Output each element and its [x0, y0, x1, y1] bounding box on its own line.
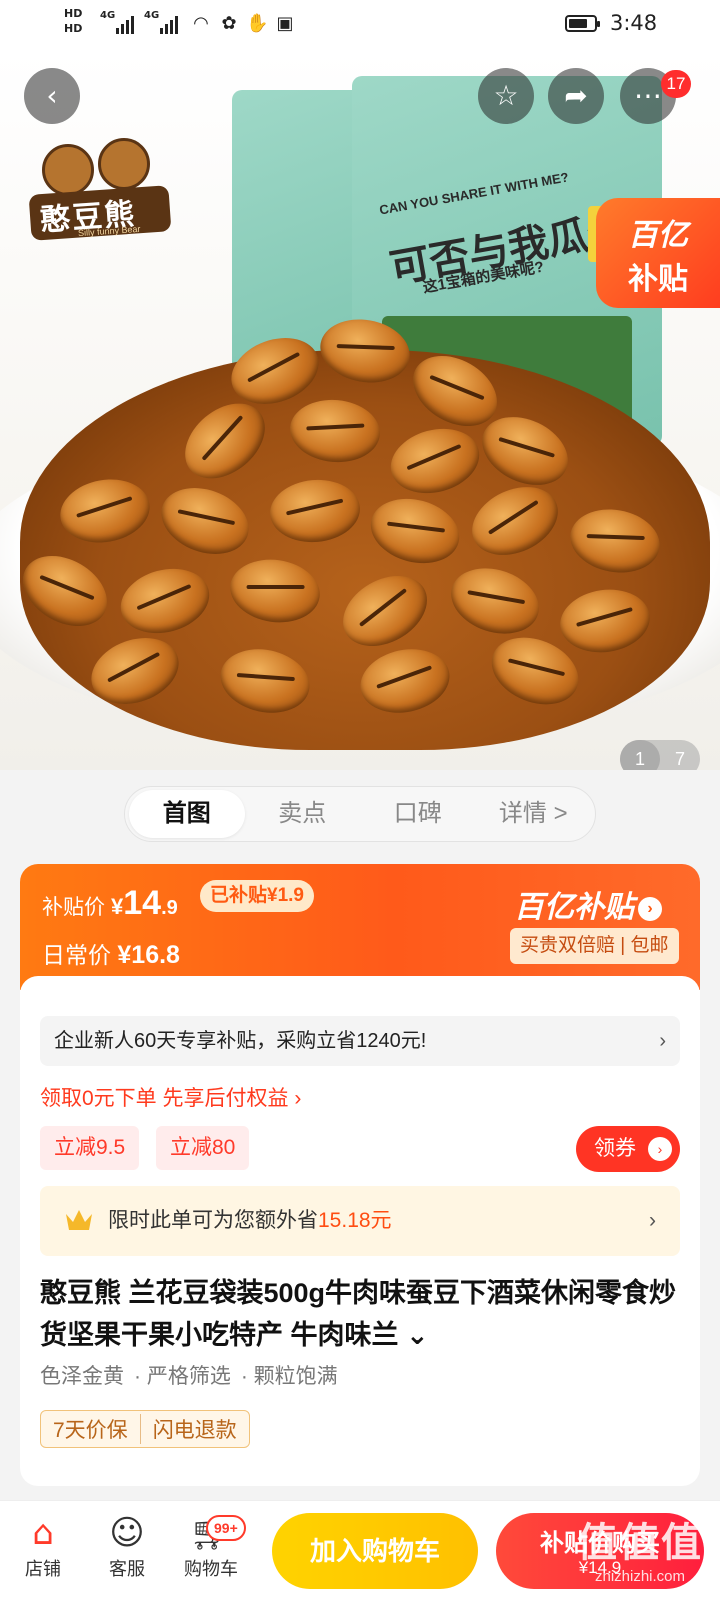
savings-amount: 15.18元 — [318, 1209, 392, 1232]
subsidy-price-row: 补贴价 ¥ 14 .9 — [42, 884, 178, 923]
signal-label-1: 4G — [100, 10, 116, 21]
chevron-right-icon: › — [659, 1030, 666, 1052]
enterprise-notice[interactable]: 企业新人60天专享补贴，采购立省1240元! › — [40, 1016, 680, 1066]
shop-button[interactable]: ⌂ 店铺 — [8, 1511, 78, 1581]
product-title[interactable]: 憨豆熊 兰花豆袋装500g牛肉味蚕豆下酒菜休闲零食炒货坚果干果小吃特产 牛肉味兰… — [40, 1272, 680, 1356]
smiley-chat-icon: ☺ — [109, 1513, 145, 1553]
subsidy-price-label: 补贴价 — [42, 896, 105, 919]
favorite-button[interactable]: ☆ — [478, 68, 534, 124]
price-protection-tag: 7天价保 — [53, 1419, 128, 1442]
crown-icon — [66, 1210, 92, 1230]
coupon-discount-2[interactable]: 立减80 — [156, 1126, 250, 1170]
hd-indicator: HD HD — [64, 7, 83, 35]
add-to-cart-button[interactable]: 加入购物车 — [272, 1513, 478, 1589]
tab-selling-points[interactable]: 卖点 — [245, 790, 361, 838]
coupon-discount-1[interactable]: 立减9.5 — [40, 1126, 140, 1170]
shop-icon: ⌂ — [32, 1513, 54, 1553]
chevron-right-icon: › — [648, 1137, 672, 1161]
subsidy-price-integer: 14 — [123, 884, 162, 922]
price-banner: 补贴价 ¥ 14 .9 已补贴¥1.9 日常价 ¥16.8 百亿补贴 › 买贵双倍… — [20, 864, 700, 994]
back-icon: ‹ — [46, 79, 58, 112]
service-promise-tags[interactable]: 7天价保 闪电退款 — [40, 1410, 250, 1448]
tab-details[interactable]: 详情 > — [476, 790, 592, 838]
image-pager: 1 7 — [620, 740, 700, 770]
notification-count-badge: 17 — [661, 70, 691, 98]
subsidy-price-decimal: .9 — [161, 897, 178, 919]
tab-reviews[interactable]: 口碑 — [360, 790, 476, 838]
feature-item: 严格筛选 — [134, 1360, 231, 1390]
brand-subsidy-link[interactable]: 百亿补贴 › — [514, 882, 662, 926]
app-notification-icon: ✿ — [221, 13, 237, 34]
signal-label-2: 4G — [144, 10, 160, 21]
guarantee-tag[interactable]: 买贵双倍赔 | 包邮 — [510, 928, 679, 964]
share-icon: ➦ — [564, 79, 588, 112]
fast-refund-tag: 闪电退款 — [139, 1414, 249, 1444]
daily-price-label: 日常价 — [42, 942, 111, 968]
daily-price-value: ¥16.8 — [117, 941, 180, 969]
signal-icon-1 — [116, 14, 134, 34]
star-icon: ☆ — [493, 79, 519, 112]
clock: 3:48 — [610, 11, 658, 35]
tab-main-image[interactable]: 首图 — [129, 790, 245, 838]
cart-count-badge: 99+ — [206, 1515, 246, 1541]
share-button[interactable]: ➦ — [548, 68, 604, 124]
chevron-right-icon: › — [649, 1209, 656, 1232]
get-coupon-button[interactable]: 领券 › — [576, 1126, 680, 1172]
currency-symbol: ¥ — [111, 894, 124, 919]
pay-later-link[interactable]: 领取0元下单 先享后付权益 › — [40, 1082, 301, 1112]
feature-list: 色泽金黄 严格筛选 颗粒饱满 — [40, 1360, 338, 1390]
pager-total: 7 — [674, 749, 685, 769]
customer-service-button[interactable]: ☺ 客服 — [92, 1511, 162, 1581]
message-icon: ▣ — [276, 13, 294, 34]
site-watermark: 值值值 zhizhizhi.com — [577, 1521, 703, 1585]
product-image-gallery[interactable]: CAN YOU SHARE IT WITH ME? 可否与我瓜分 这1宝箱的美味… — [0, 50, 720, 770]
chevron-right-icon: › — [638, 897, 662, 922]
extra-savings-banner[interactable]: 限时此单可为您额外省15.18元 › — [40, 1186, 680, 1256]
hand-icon: ✋ — [246, 13, 269, 34]
pager-current: 1 — [620, 740, 660, 770]
product-info-card: 企业新人60天专享补贴，采购立省1240元! › 领取0元下单 先享后付权益 ›… — [20, 976, 700, 1486]
daily-price-row: 日常价 ¥16.8 — [42, 936, 180, 970]
wifi-icon: ◠ — [193, 13, 209, 34]
subsidized-amount-tag: 已补贴¥1.9 — [200, 880, 314, 912]
more-icon: ⋯ — [634, 79, 662, 112]
status-bar: HD HD 4G 4G ◠ ✿ ✋ ▣ 3:48 — [0, 0, 720, 50]
feature-item: 色泽金黄 — [40, 1365, 124, 1388]
back-button[interactable]: ‹ — [24, 68, 80, 124]
battery-icon — [565, 15, 600, 32]
section-tabs: 首图 卖点 口碑 详情 > — [124, 786, 596, 842]
feature-item: 颗粒饱满 — [241, 1360, 338, 1390]
signal-icon-2 — [160, 14, 178, 34]
subsidy-corner-badge: 百亿 补贴 — [596, 198, 720, 308]
